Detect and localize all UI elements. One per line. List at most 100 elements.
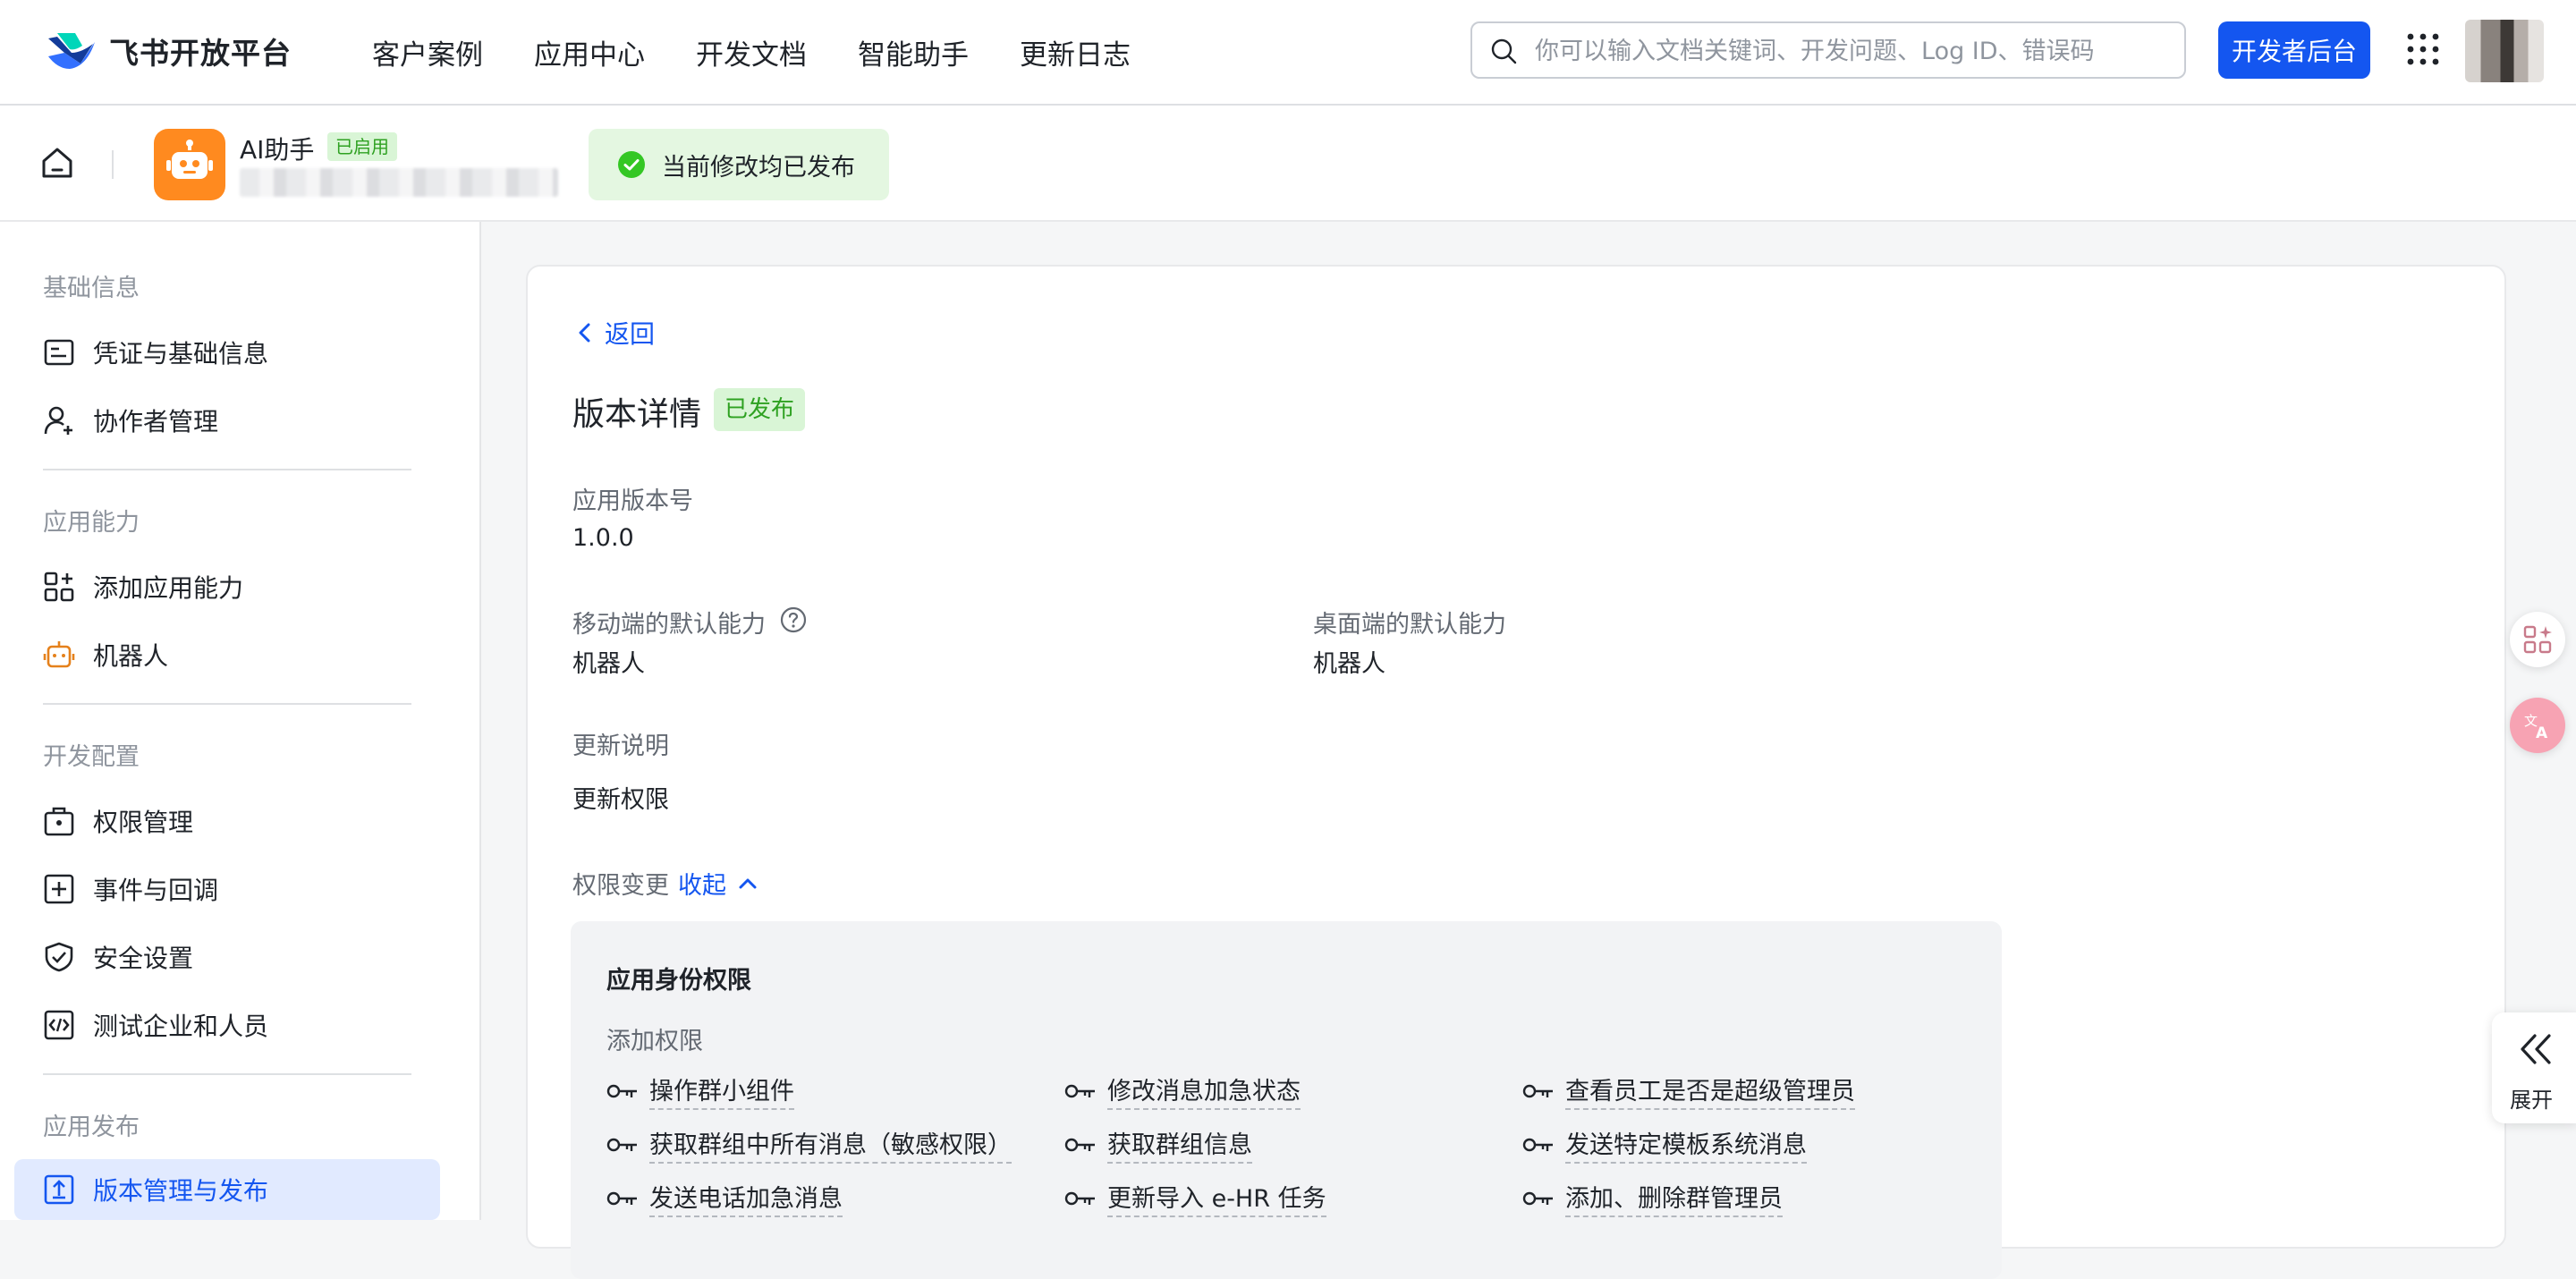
permission-item[interactable]: 更新导入 e-HR 任务 (1064, 1179, 1326, 1217)
version-value: 1.0.0 (572, 524, 634, 552)
search-input[interactable] (1533, 29, 2163, 73)
mobile-capability-value: 机器人 (572, 650, 645, 678)
sidebar-section-title: 应用能力 (43, 509, 140, 537)
search-box[interactable] (1470, 21, 2186, 79)
sidebar-item-permissions[interactable]: 权限管理 (14, 791, 440, 851)
status-badge: 已发布 (714, 388, 806, 431)
brand-name: 飞书开放平台 (109, 36, 292, 71)
sidebar-item-collaborators[interactable]: 协作者管理 (14, 390, 440, 451)
permission-section-title: 应用身份权限 (606, 967, 751, 995)
check-circle-icon (618, 151, 645, 178)
app-id-redacted (240, 168, 558, 197)
sidebar-item-label: 测试企业和人员 (93, 1012, 269, 1041)
permission-name: 发送特定模板系统消息 (1565, 1125, 1807, 1164)
back-link[interactable]: 返回 (572, 315, 655, 351)
nav-item-assistant[interactable]: 智能助手 (858, 32, 969, 72)
sidebar-item-label: 版本管理与发布 (93, 1176, 269, 1206)
permission-item[interactable]: 发送特定模板系统消息 (1522, 1125, 1807, 1164)
key-icon (606, 1138, 637, 1151)
sidebar-divider (43, 469, 411, 470)
desktop-capability-value: 机器人 (1313, 650, 1385, 678)
permission-change-panel: 应用身份权限 添加权限 操作群小组件 修改消息加急状态 查看员工是否是超级管理员… (571, 921, 2002, 1279)
sidebar-item-events[interactable]: 事件与回调 (14, 859, 440, 919)
app-avatar (154, 129, 225, 200)
app-grid-icon[interactable] (2406, 32, 2440, 66)
sidebar-item-credentials[interactable]: 凭证与基础信息 (14, 322, 440, 383)
sidebar-item-label: 机器人 (93, 641, 169, 671)
sidebar-item-label: 添加应用能力 (93, 573, 244, 603)
sidebar-section-title: 开发配置 (43, 743, 140, 771)
app-grid-sparkle-icon (2523, 625, 2552, 654)
permission-name: 操作群小组件 (649, 1071, 794, 1110)
robot-icon (43, 641, 75, 668)
sidebar-item-label: 协作者管理 (93, 407, 219, 436)
feishu-logo-icon (48, 33, 95, 69)
chevron-left-icon (579, 323, 590, 343)
sidebar-section-title: 基础信息 (43, 275, 140, 302)
search-icon (1491, 38, 1517, 64)
permission-item[interactable]: 发送电话加急消息 (606, 1179, 843, 1217)
sidebar-item-robot[interactable]: 机器人 (14, 624, 440, 685)
sidebar-item-add-capability[interactable]: 添加应用能力 (14, 556, 440, 617)
sidebar: 基础信息 凭证与基础信息 协作者管理 应用能力 添加应用能力 机器人 开发配置 … (0, 222, 481, 1220)
permission-name: 添加、删除群管理员 (1565, 1179, 1783, 1217)
brand-logo[interactable]: 飞书开放平台 (45, 25, 292, 77)
back-label: 返回 (605, 319, 656, 349)
nav-item-changelog[interactable]: 更新日志 (1020, 32, 1131, 72)
sidebar-divider (43, 703, 411, 705)
user-add-icon (44, 406, 72, 435)
double-chevron-left-icon (2521, 1034, 2551, 1064)
permission-item[interactable]: 获取群组中所有消息（敏感权限） (606, 1125, 1012, 1164)
translate-button[interactable]: 文 A (2510, 698, 2565, 753)
developer-console-button[interactable]: 开发者后台 (2218, 21, 2370, 79)
home-icon[interactable] (39, 145, 75, 181)
permission-name: 更新导入 e-HR 任务 (1107, 1179, 1326, 1217)
key-icon (1064, 1191, 1095, 1205)
sidebar-item-label: 权限管理 (93, 808, 194, 837)
sidebar-section-title: 应用发布 (43, 1114, 140, 1141)
permission-item[interactable]: 获取群组信息 (1064, 1125, 1252, 1164)
sidebar-item-test-tenant[interactable]: 测试企业和人员 (14, 995, 440, 1055)
permission-item[interactable]: 操作群小组件 (606, 1071, 794, 1110)
main-nav: 客户案例 应用中心 开发文档 智能助手 更新日志 (372, 0, 1182, 104)
widget-app-button[interactable] (2510, 612, 2565, 667)
nav-item-docs[interactable]: 开发文档 (696, 32, 807, 72)
nav-item-app-center[interactable]: 应用中心 (534, 32, 645, 72)
upload-box-icon (44, 1174, 74, 1205)
permission-name: 修改消息加急状态 (1107, 1071, 1301, 1110)
top-navigation: 飞书开放平台 客户案例 应用中心 开发文档 智能助手 更新日志 开发者后台 (0, 0, 2576, 106)
robot-icon (166, 140, 213, 179)
permission-item[interactable]: 查看员工是否是超级管理员 (1522, 1071, 1855, 1110)
app-name: AI助手 (240, 135, 315, 165)
app-header-bar: AI助手 已启用 当前修改均已发布 (0, 106, 2576, 222)
expand-label: 展开 (2510, 1088, 2553, 1113)
sidebar-item-version-release[interactable]: 版本管理与发布 (14, 1159, 440, 1220)
expand-panel-button[interactable]: 展开 (2492, 1012, 2576, 1123)
help-circle-icon[interactable] (780, 606, 807, 633)
shield-check-icon (45, 942, 73, 972)
sidebar-item-label: 凭证与基础信息 (93, 339, 269, 368)
permission-name: 获取群组信息 (1107, 1125, 1252, 1164)
svg-text:A: A (2536, 724, 2548, 741)
version-detail-card: 返回 版本详情 已发布 应用版本号 1.0.0 移动端的默认能力 机器人 桌面端… (526, 265, 2506, 1279)
key-icon (606, 1191, 637, 1205)
key-icon (1522, 1191, 1553, 1205)
permission-item[interactable]: 修改消息加急状态 (1064, 1071, 1301, 1110)
collapse-toggle[interactable]: 收起 (678, 866, 760, 901)
sidebar-item-label: 事件与回调 (93, 876, 219, 905)
publish-status-banner: 当前修改均已发布 (589, 129, 889, 200)
divider (112, 150, 114, 179)
permission-name: 查看员工是否是超级管理员 (1565, 1071, 1855, 1110)
publish-status-text: 当前修改均已发布 (662, 153, 855, 182)
permission-name: 发送电话加急消息 (649, 1179, 843, 1217)
key-icon (606, 1084, 637, 1097)
release-notes-label: 更新说明 (572, 733, 669, 760)
nav-item-cases[interactable]: 客户案例 (372, 32, 483, 72)
version-label: 应用版本号 (572, 487, 693, 515)
mobile-capability-label: 移动端的默认能力 (572, 611, 766, 639)
sidebar-item-security[interactable]: 安全设置 (14, 927, 440, 987)
permission-item[interactable]: 添加、删除群管理员 (1522, 1179, 1783, 1217)
permission-add-label: 添加权限 (606, 1028, 703, 1055)
user-avatar[interactable] (2465, 20, 2544, 82)
sidebar-divider (43, 1073, 411, 1075)
